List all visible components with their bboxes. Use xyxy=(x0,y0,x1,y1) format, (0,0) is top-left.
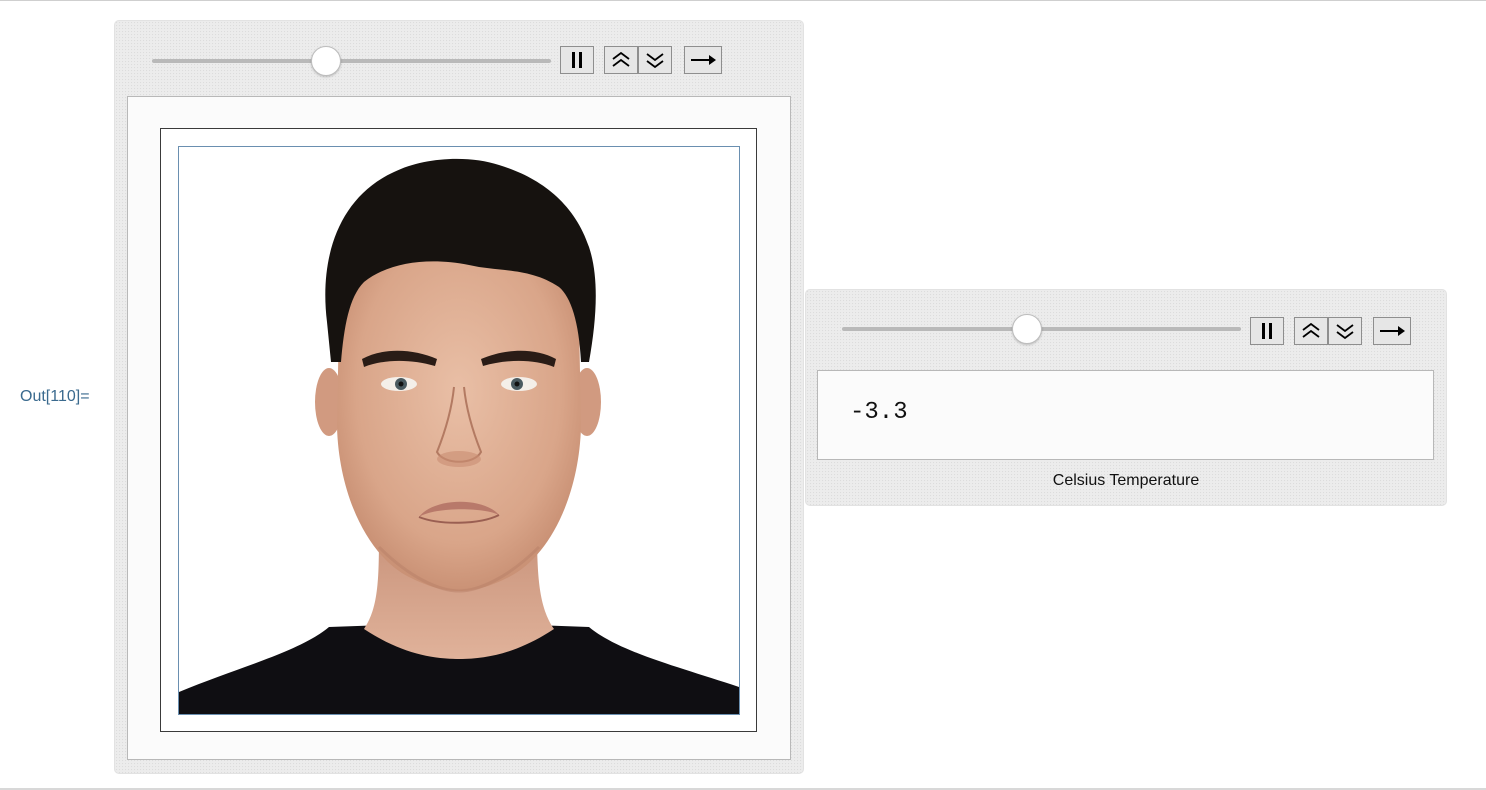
output-label: Out[110]= xyxy=(20,388,90,405)
direction-button[interactable] xyxy=(684,46,722,74)
top-divider xyxy=(0,0,1486,1)
pause-icon xyxy=(1262,323,1272,339)
value-caption: Celsius Temperature xyxy=(1052,472,1200,489)
faster-button[interactable] xyxy=(604,46,638,74)
temperature-value: -3.3 xyxy=(850,399,908,426)
pause-button[interactable] xyxy=(1250,317,1284,345)
faster-button[interactable] xyxy=(1294,317,1328,345)
slower-button[interactable] xyxy=(638,46,672,74)
output-frame xyxy=(127,96,791,760)
image-frame xyxy=(160,128,757,732)
notebook-page: Out[110]= -3.3 Celsius Temperature xyxy=(0,0,1486,790)
double-chevron-down-icon xyxy=(646,53,664,69)
manipulate-panel-value: -3.3 Celsius Temperature xyxy=(805,289,1447,506)
portrait-illustration xyxy=(179,147,739,714)
double-chevron-down-icon xyxy=(1336,324,1354,340)
animation-slider[interactable] xyxy=(152,46,551,76)
slider-track[interactable] xyxy=(152,59,551,63)
pause-button[interactable] xyxy=(560,46,594,74)
portrait-image xyxy=(178,146,740,715)
value-output-box: -3.3 xyxy=(817,370,1434,460)
animation-slider[interactable] xyxy=(842,314,1241,344)
slider-thumb[interactable] xyxy=(310,46,341,76)
slower-button[interactable] xyxy=(1328,317,1362,345)
slider-thumb[interactable] xyxy=(1011,314,1042,344)
double-chevron-up-icon xyxy=(1302,322,1320,338)
direction-button[interactable] xyxy=(1373,317,1411,345)
pause-icon xyxy=(572,52,582,68)
double-chevron-up-icon xyxy=(612,51,630,67)
manipulate-panel-image xyxy=(114,20,804,774)
arrow-right-icon xyxy=(691,55,716,65)
arrow-right-icon xyxy=(1380,326,1405,336)
